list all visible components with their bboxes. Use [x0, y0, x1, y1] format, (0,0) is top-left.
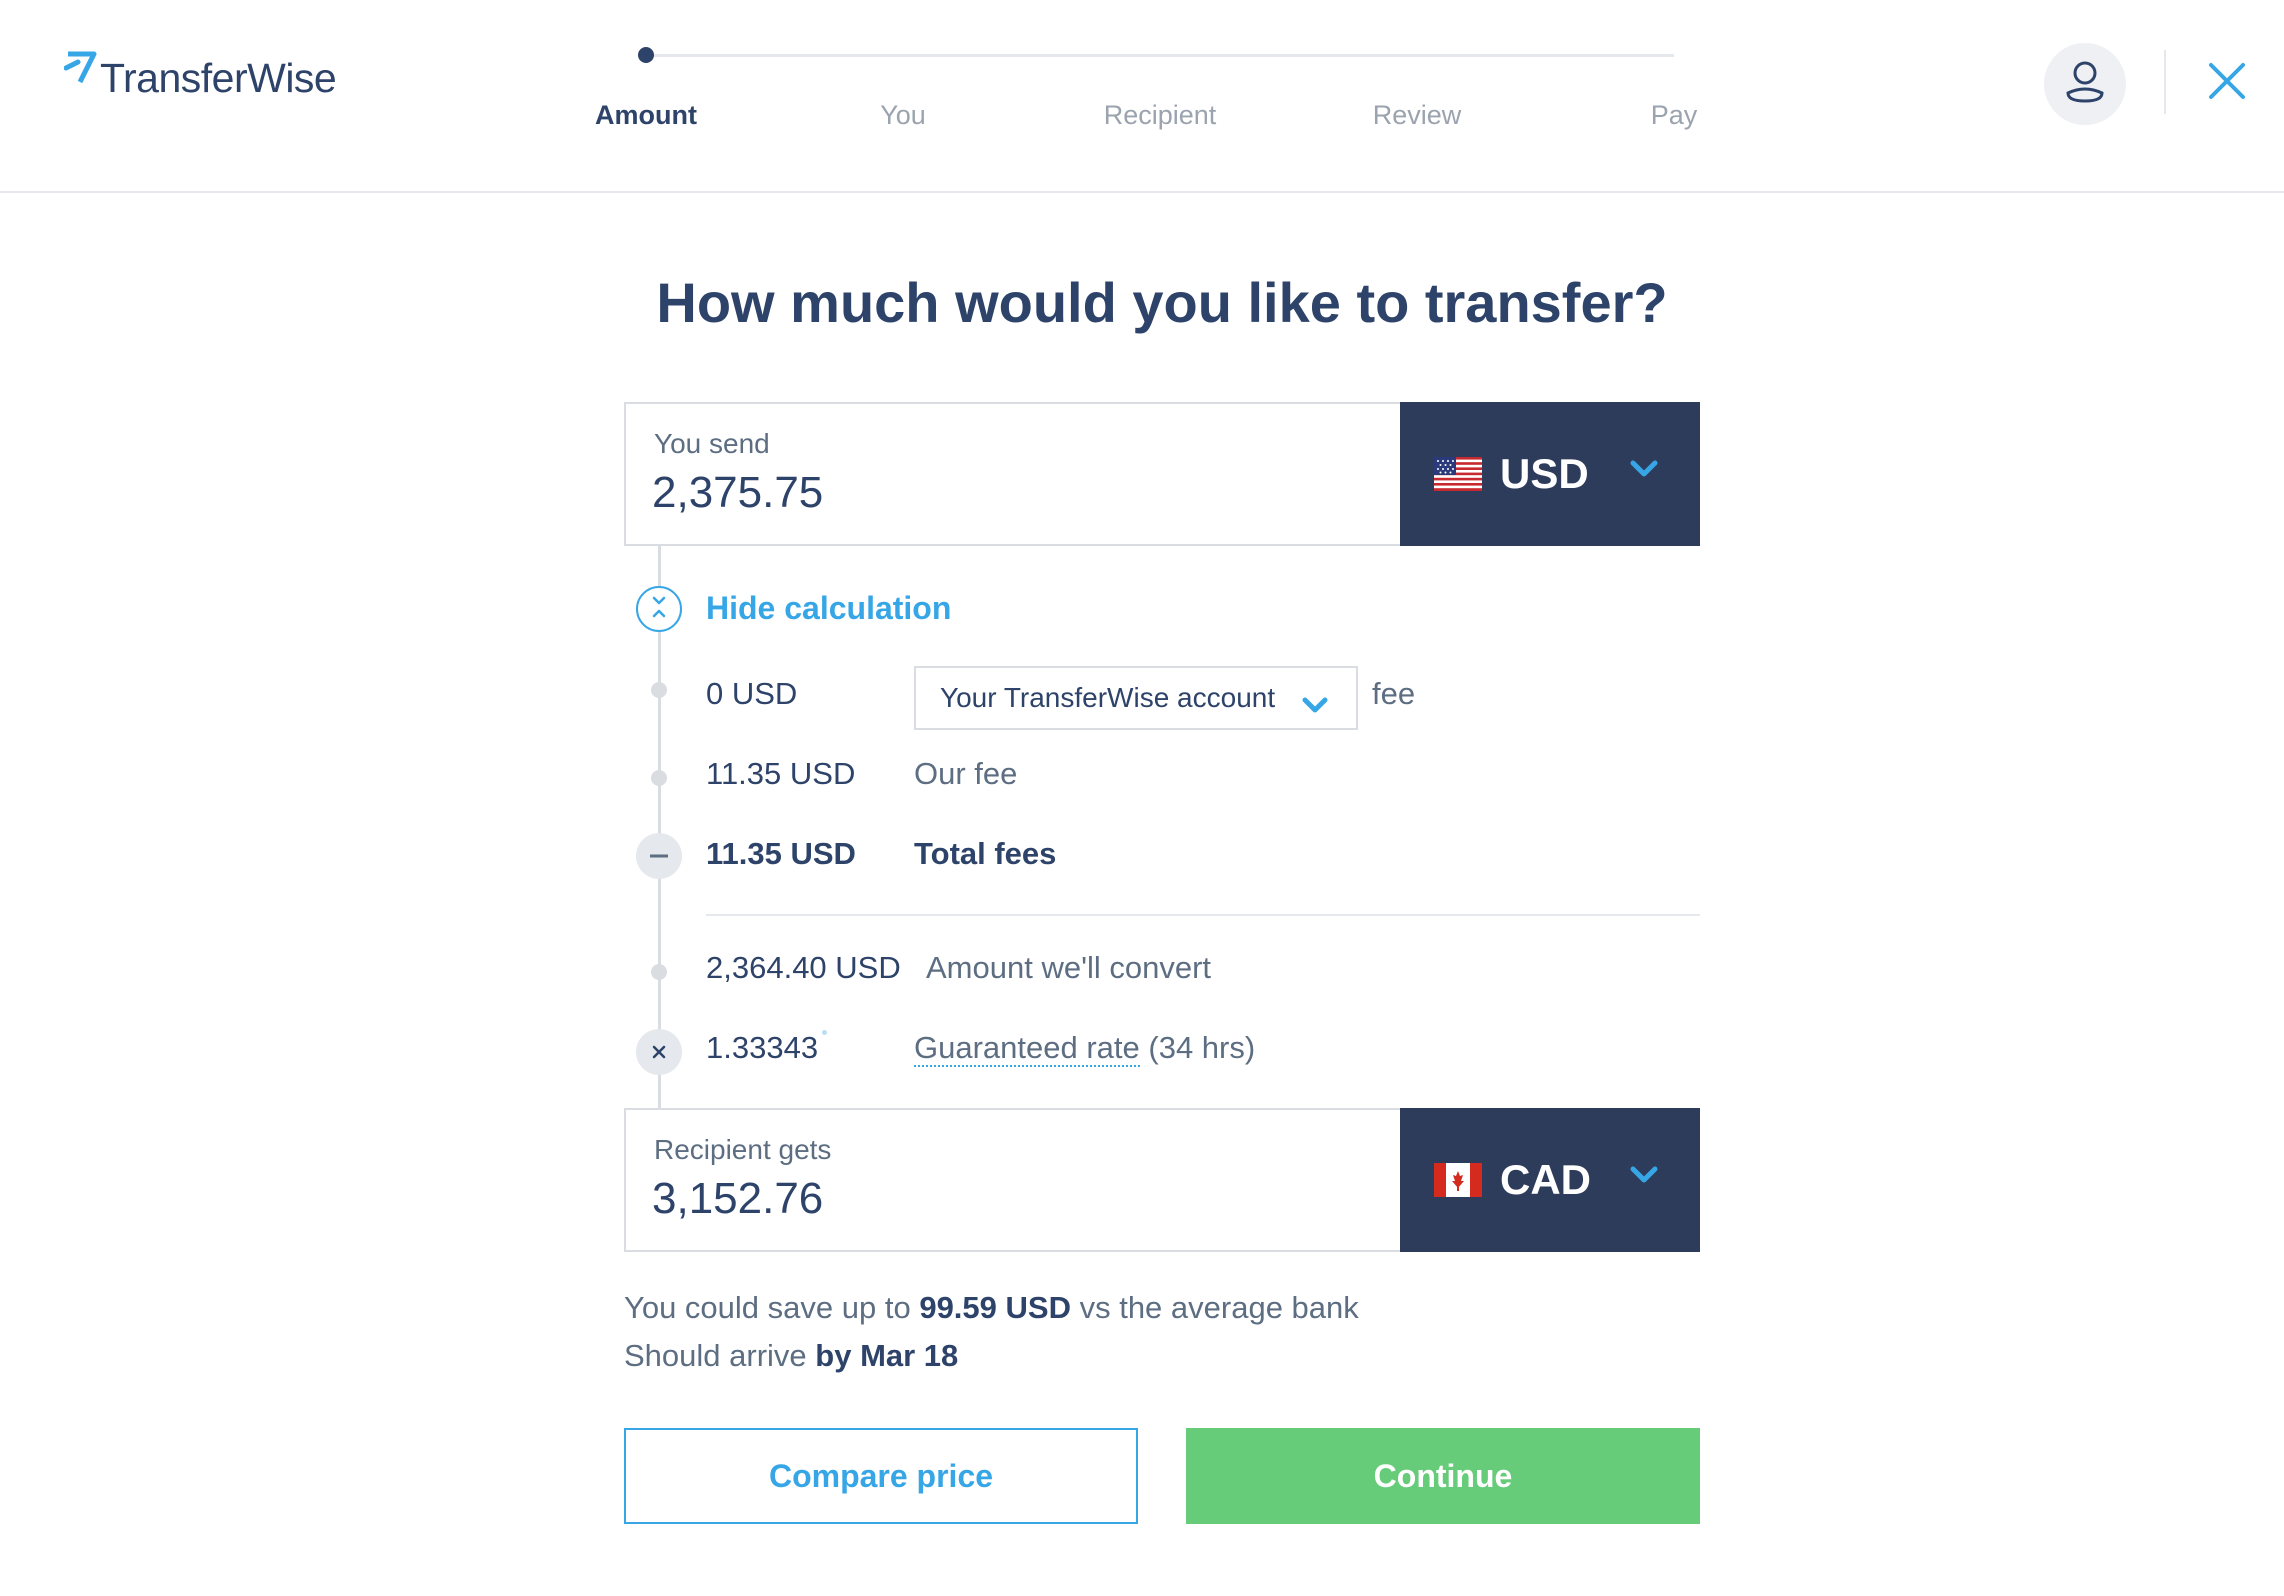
chevron-down-icon: [1302, 690, 1328, 722]
logo-mark-icon: [63, 48, 98, 95]
step-recipient[interactable]: Recipient: [1080, 100, 1240, 131]
send-currency-code: USD: [1500, 450, 1589, 497]
our-fee-amount: 11.35 USD: [706, 756, 856, 791]
collapse-calculation-button[interactable]: [636, 586, 682, 632]
arrival-line: Should arrive by Mar 18: [624, 1332, 1359, 1380]
send-amount-input[interactable]: 2,375.75: [652, 468, 823, 518]
step-review[interactable]: Review: [1337, 100, 1497, 131]
payment-fee-amount: 0 USD: [706, 676, 798, 711]
close-icon: [2207, 61, 2247, 106]
multiply-icon: [636, 1029, 682, 1075]
ca-flag-icon: [1434, 1163, 1482, 1197]
us-flag-icon: [1434, 457, 1482, 491]
transfer-page: TransferWise Amount You Recipient Review…: [0, 0, 2284, 1596]
timeline-bullet: [651, 770, 667, 786]
receive-currency-code: CAD: [1500, 1156, 1591, 1203]
transferwise-logo[interactable]: TransferWise: [63, 48, 337, 108]
continue-button[interactable]: Continue: [1186, 1428, 1700, 1524]
receive-currency-select[interactable]: CAD: [1400, 1108, 1700, 1252]
compare-price-button[interactable]: Compare price: [624, 1428, 1138, 1524]
send-currency-select[interactable]: USD: [1400, 402, 1700, 546]
receive-amount-box: Recipient gets 3,152.76 CAD: [624, 1108, 1700, 1252]
account-button[interactable]: [2044, 43, 2126, 125]
payment-method-value: Your TransferWise account: [940, 682, 1276, 713]
user-icon: [2064, 59, 2106, 110]
page-title: How much would you like to transfer?: [656, 271, 1668, 334]
step-pay[interactable]: Pay: [1594, 100, 1754, 131]
convert-label: Amount we'll convert: [926, 950, 1212, 985]
send-amount-label: You send: [654, 428, 770, 459]
savings-line: You could save up to 99.59 USD vs the av…: [624, 1284, 1359, 1332]
header-divider: [2164, 50, 2166, 114]
exchange-rate: 1.33343: [706, 1030, 819, 1065]
our-fee-label: Our fee: [914, 756, 1018, 791]
logo-text: TransferWise: [100, 55, 337, 101]
savings-info: You could save up to 99.59 USD vs the av…: [624, 1284, 1359, 1380]
stepper-track: [646, 54, 1674, 57]
stepper-current-dot: [638, 47, 654, 63]
convert-amount: 2,364.40 USD: [706, 950, 901, 985]
timeline-bullet: [651, 682, 667, 698]
arrival-prefix: Should arrive: [624, 1338, 807, 1373]
close-button[interactable]: [2204, 60, 2250, 106]
hide-calculation-link[interactable]: Hide calculation: [706, 590, 951, 627]
savings-suffix: vs the average bank: [1079, 1290, 1359, 1325]
receive-amount-label: Recipient gets: [654, 1134, 832, 1165]
chevron-down-icon: [1630, 460, 1658, 483]
guaranteed-rate-link[interactable]: Guaranteed rate: [914, 1030, 1140, 1067]
rate-indicator-icon: [822, 1030, 827, 1035]
total-fees-amount: 11.35 USD: [706, 836, 856, 871]
savings-prefix: You could save up to: [624, 1290, 911, 1325]
minus-icon: [636, 833, 682, 879]
savings-amount: 99.59 USD: [919, 1290, 1071, 1325]
timeline-bullet: [651, 964, 667, 980]
payment-method-select[interactable]: Your TransferWise account: [914, 666, 1358, 730]
rate-duration: (34 hrs): [1148, 1030, 1256, 1065]
progress-stepper: Amount You Recipient Review Pay: [595, 40, 1698, 160]
payment-fee-suffix: fee: [1372, 676, 1416, 711]
receive-amount-input[interactable]: 3,152.76: [652, 1174, 823, 1224]
send-amount-box: You send 2,375.75 USD: [624, 402, 1700, 546]
total-fees-label: Total fees: [914, 836, 1057, 871]
collapse-icon: [649, 595, 669, 624]
step-amount[interactable]: Amount: [566, 100, 726, 131]
top-header: TransferWise Amount You Recipient Review…: [0, 0, 2284, 193]
chevron-down-icon: [1630, 1166, 1658, 1189]
rate-label-group: Guaranteed rate (34 hrs): [914, 1030, 1256, 1067]
arrival-date: by Mar 18: [815, 1338, 959, 1373]
step-you[interactable]: You: [823, 100, 983, 131]
calculation-divider: [706, 914, 1700, 916]
